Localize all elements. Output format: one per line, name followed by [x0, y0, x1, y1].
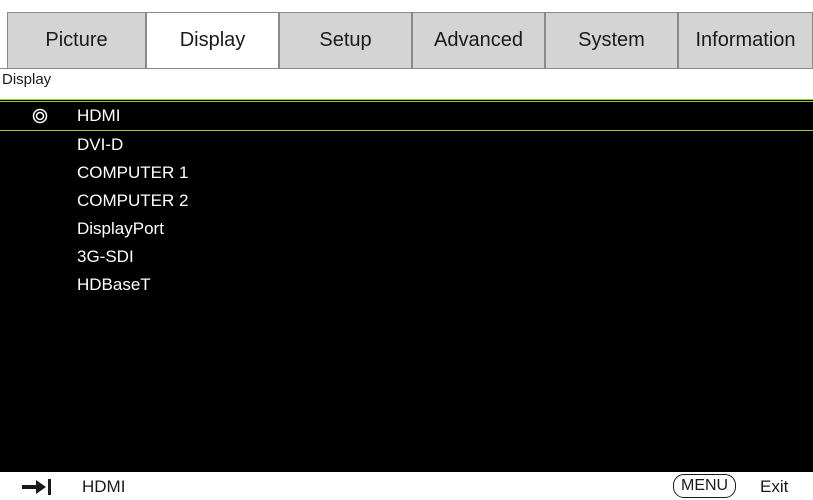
input-item-computer-2[interactable]: COMPUTER 2: [0, 187, 813, 215]
input-label: DisplayPort: [77, 219, 164, 238]
tab-setup[interactable]: Setup: [279, 12, 412, 68]
input-item-hdmi[interactable]: HDMI: [0, 101, 813, 131]
input-source-icon: [22, 479, 51, 495]
input-item-3g-sdi[interactable]: 3G-SDI: [0, 243, 813, 271]
tab-bar: Picture Display Setup Advanced System In…: [0, 0, 813, 70]
tab-information[interactable]: Information: [678, 12, 813, 68]
menu-key-button[interactable]: MENU: [673, 474, 737, 498]
section-title: Display: [0, 70, 813, 100]
radio-selected-icon: [32, 108, 48, 124]
input-item-dvi-d[interactable]: DVI-D: [0, 131, 813, 159]
tab-system[interactable]: System: [545, 12, 678, 68]
current-source-label: HDMI: [82, 477, 126, 496]
input-item-computer-1[interactable]: COMPUTER 1: [0, 159, 813, 187]
input-item-displayport[interactable]: DisplayPort: [0, 215, 813, 243]
input-list-panel: HDMI DVI-D COMPUTER 1 COMPUTER 2 Display…: [0, 100, 813, 472]
tab-advanced[interactable]: Advanced: [412, 12, 545, 68]
input-label: 3G-SDI: [77, 247, 134, 266]
tab-divider: [0, 68, 813, 69]
input-label: COMPUTER 1: [77, 163, 189, 182]
input-label: HDMI: [77, 106, 121, 125]
exit-label: Exit: [760, 477, 789, 496]
tab-display[interactable]: Display: [146, 12, 279, 68]
tab-picture[interactable]: Picture: [7, 12, 146, 68]
input-item-hdbaset[interactable]: HDBaseT: [0, 271, 813, 299]
input-label: DVI-D: [77, 135, 124, 154]
input-label: COMPUTER 2: [77, 191, 189, 210]
status-bar: HDMI MENU Exit: [0, 472, 813, 500]
input-label: HDBaseT: [77, 275, 151, 294]
